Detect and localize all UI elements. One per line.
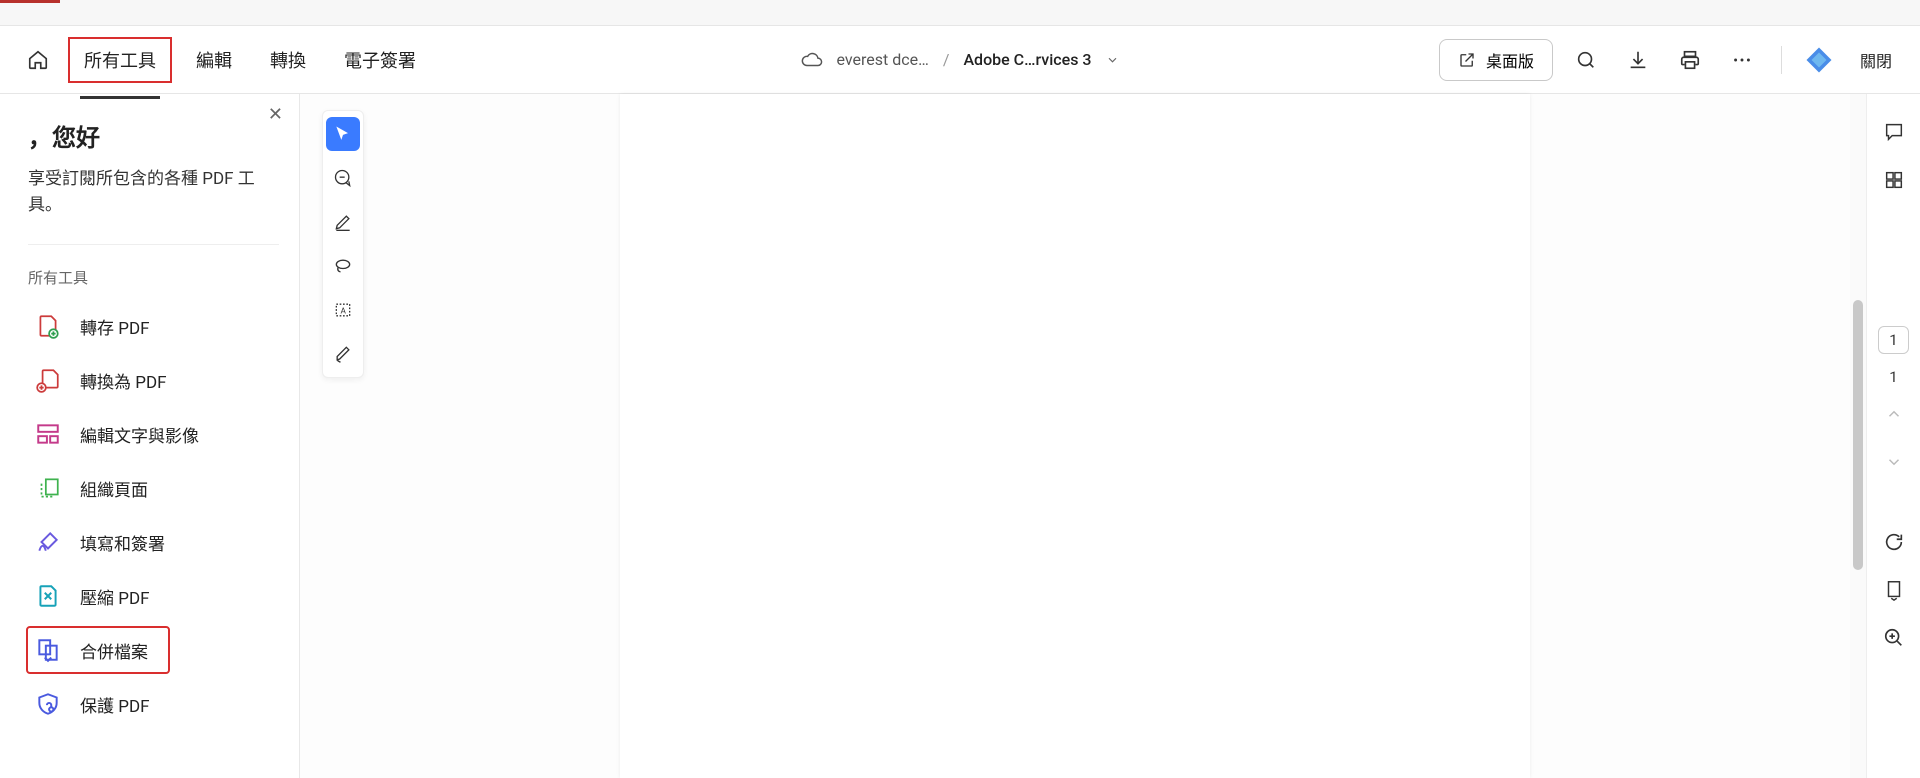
- breadcrumb-separator: /: [943, 50, 950, 69]
- page-up-icon[interactable]: [1874, 394, 1914, 434]
- print-icon[interactable]: [1671, 41, 1709, 79]
- open-desktop-label: 桌面版: [1486, 48, 1534, 72]
- greeting-blurb: 享受訂閱所包含的各種 PDF 工具。: [28, 167, 279, 245]
- compress-pdf-icon: [34, 582, 62, 610]
- export-pdf-icon: [34, 312, 62, 340]
- tool-label: 編輯文字與影像: [80, 422, 199, 447]
- breadcrumb-folder[interactable]: everest dce…: [837, 50, 929, 69]
- comment-bubble-icon[interactable]: [326, 161, 360, 195]
- right-rail: 1 1: [1866, 94, 1920, 778]
- topbar-right: 桌面版 關閉: [1439, 39, 1902, 81]
- tool-label: 轉存 PDF: [80, 314, 150, 339]
- select-tool-icon[interactable]: [326, 117, 360, 151]
- page-total: 1: [1889, 368, 1897, 386]
- tab-edit[interactable]: 編輯: [182, 39, 246, 81]
- fill-sign-icon: [34, 528, 62, 556]
- floating-toolbar: A: [322, 110, 364, 378]
- organize-pages-icon: [34, 474, 62, 502]
- external-link-icon: [1458, 51, 1476, 69]
- breadcrumb-file[interactable]: Adobe C…rvices 3: [963, 50, 1091, 69]
- tab-all-tools[interactable]: 所有工具: [68, 37, 172, 83]
- tool-edit-text-images[interactable]: 編輯文字與影像: [28, 412, 279, 456]
- close-icon[interactable]: ✕: [268, 104, 283, 125]
- tab-esign[interactable]: 電子簽署: [330, 39, 430, 81]
- lasso-icon[interactable]: [326, 249, 360, 283]
- zoom-in-icon[interactable]: [1874, 618, 1914, 658]
- canvas-area: A: [300, 94, 1866, 778]
- greeting: ，您好: [28, 118, 279, 153]
- brand-sliver: [0, 0, 60, 3]
- protect-pdf-icon: [34, 690, 62, 718]
- text-box-icon[interactable]: A: [326, 293, 360, 327]
- search-icon[interactable]: [1567, 41, 1605, 79]
- cloud-icon: [801, 49, 823, 71]
- tool-export-pdf[interactable]: 轉存 PDF: [28, 304, 279, 348]
- tool-protect-pdf[interactable]: 保護 PDF: [28, 682, 279, 726]
- tool-label: 合併檔案: [80, 638, 148, 663]
- avatar[interactable]: [1802, 43, 1836, 77]
- sidebar: ✕ ，您好 享受訂閱所包含的各種 PDF 工具。 所有工具 轉存 PDF 轉換為…: [0, 94, 300, 778]
- chevron-down-icon[interactable]: [1106, 53, 1120, 67]
- thumbnails-panel-icon[interactable]: [1874, 160, 1914, 200]
- section-title: 所有工具: [28, 267, 279, 288]
- draw-pen-icon[interactable]: [326, 337, 360, 371]
- tool-label: 保護 PDF: [80, 692, 150, 717]
- document-page[interactable]: [620, 94, 1530, 778]
- divider: [1781, 46, 1782, 74]
- rotate-icon[interactable]: [1874, 522, 1914, 562]
- scrollbar[interactable]: [1850, 94, 1866, 778]
- tool-label: 壓縮 PDF: [80, 584, 150, 609]
- close-button[interactable]: 關閉: [1850, 42, 1902, 78]
- tool-combine-files[interactable]: 合併檔案: [28, 628, 168, 672]
- open-desktop-button[interactable]: 桌面版: [1439, 39, 1553, 81]
- download-icon[interactable]: [1619, 41, 1657, 79]
- tool-label: 填寫和簽署: [80, 530, 165, 555]
- tool-convert-to-pdf[interactable]: 轉換為 PDF: [28, 358, 279, 402]
- page-down-icon[interactable]: [1874, 442, 1914, 482]
- scrollbar-thumb[interactable]: [1853, 300, 1863, 570]
- tool-list: 轉存 PDF 轉換為 PDF 編輯文字與影像 組織頁面: [28, 304, 279, 726]
- tool-label: 轉換為 PDF: [80, 368, 167, 393]
- breadcrumb: everest dce… / Adobe C…rvices 3: [801, 49, 1120, 71]
- tool-label: 組織頁面: [80, 476, 148, 501]
- home-icon[interactable]: [18, 40, 58, 80]
- browser-gap: [0, 0, 1920, 26]
- page-current-badge[interactable]: 1: [1878, 326, 1908, 354]
- main: ✕ ，您好 享受訂閱所包含的各種 PDF 工具。 所有工具 轉存 PDF 轉換為…: [0, 94, 1920, 778]
- highlight-pencil-icon[interactable]: [326, 205, 360, 239]
- combine-files-icon: [34, 636, 62, 664]
- comments-panel-icon[interactable]: [1874, 112, 1914, 152]
- svg-text:A: A: [341, 306, 347, 316]
- topbar-left: 所有工具 編輯 轉換 電子簽署: [18, 37, 430, 83]
- fit-page-icon[interactable]: [1874, 570, 1914, 610]
- tool-fill-sign[interactable]: 填寫和簽署: [28, 520, 279, 564]
- more-icon[interactable]: [1723, 41, 1761, 79]
- tool-organize-pages[interactable]: 組織頁面: [28, 466, 279, 510]
- tool-compress-pdf[interactable]: 壓縮 PDF: [28, 574, 279, 618]
- edit-text-images-icon: [34, 420, 62, 448]
- topbar: 所有工具 編輯 轉換 電子簽署 everest dce… / Adobe C…r…: [0, 26, 1920, 94]
- convert-to-pdf-icon: [34, 366, 62, 394]
- tab-convert[interactable]: 轉換: [256, 39, 320, 81]
